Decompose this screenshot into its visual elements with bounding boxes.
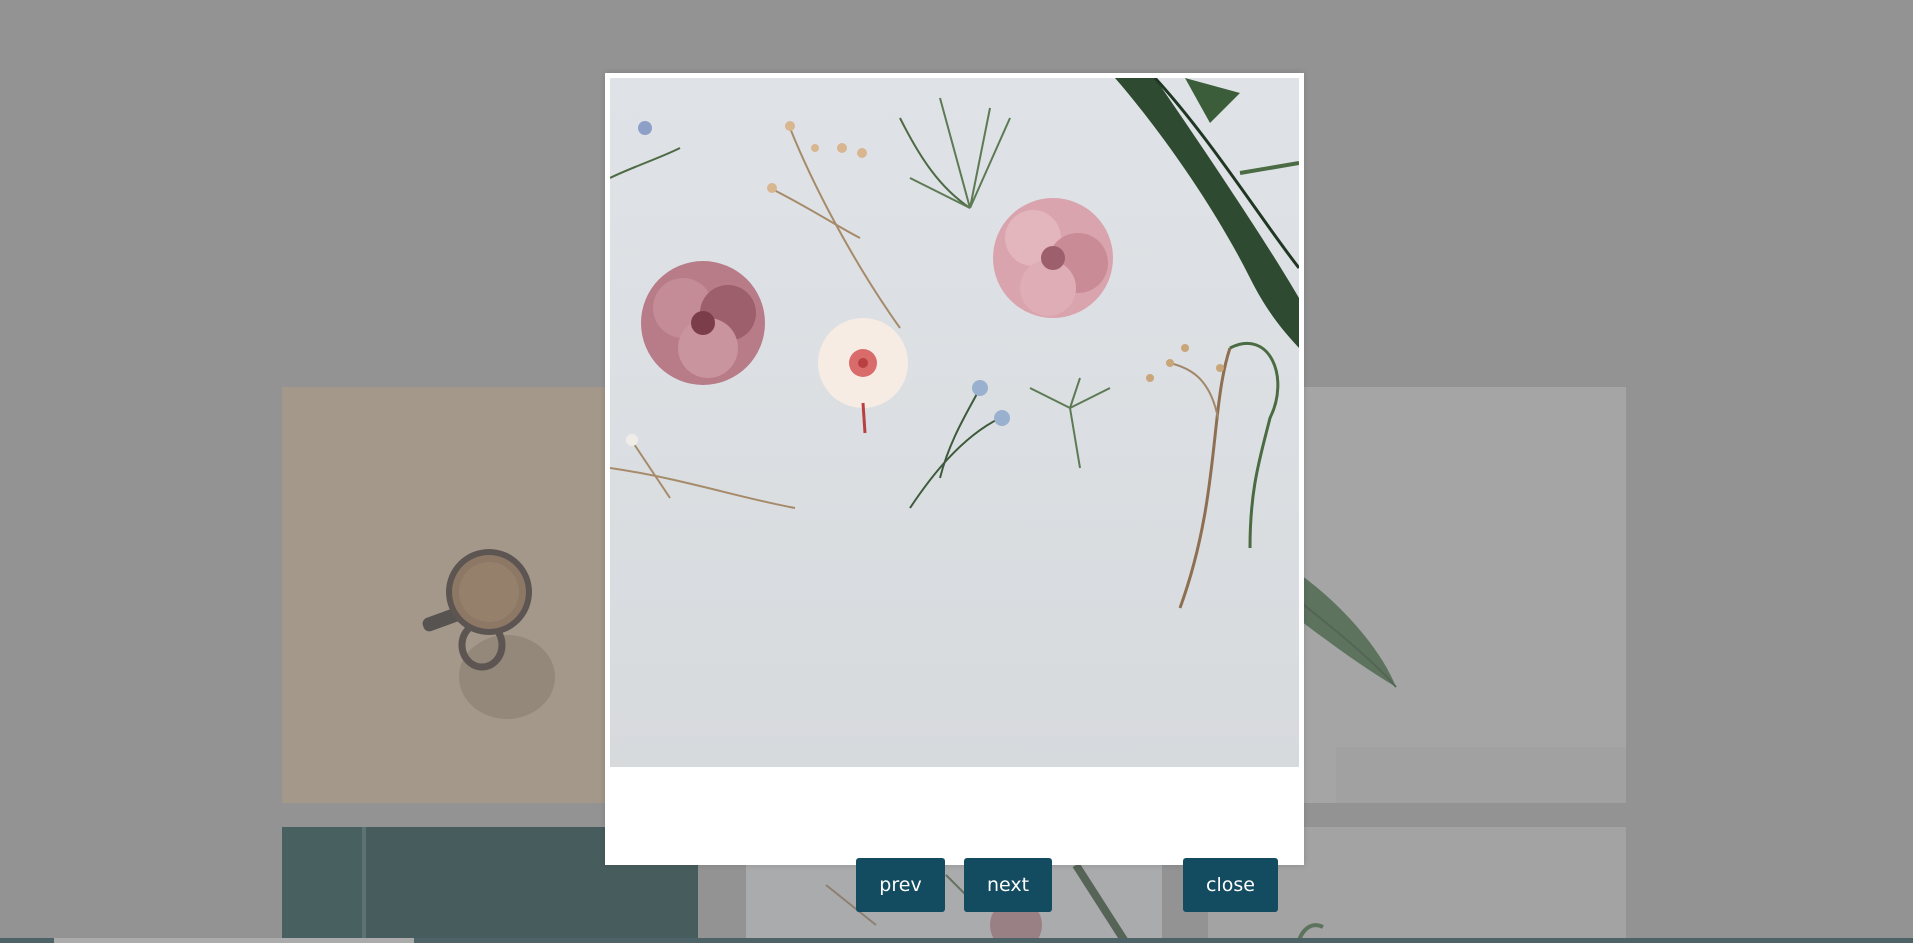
- close-button[interactable]: close: [1183, 858, 1278, 912]
- next-button[interactable]: next: [964, 858, 1052, 912]
- lightbox-modal: prev next close: [605, 73, 1304, 912]
- lightbox-controls: prev next close: [605, 767, 1304, 912]
- pressed-flowers-photo-icon: [610, 78, 1299, 767]
- lightbox-image: [610, 78, 1299, 767]
- prev-button[interactable]: prev: [856, 858, 945, 912]
